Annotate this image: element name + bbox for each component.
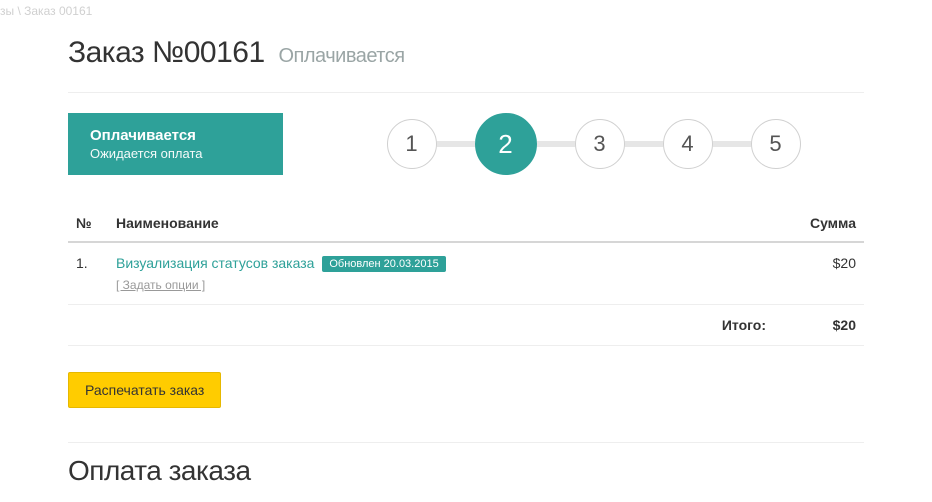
step-connector	[437, 141, 475, 147]
th-num: №	[68, 205, 108, 242]
total-label: Итого:	[108, 305, 774, 346]
status-box: Оплачивается Ожидается оплата	[68, 113, 283, 175]
item-link[interactable]: Визуализация статусов заказа	[116, 255, 314, 271]
page-title: Заказ №00161 Оплачивается	[68, 36, 864, 70]
step-5[interactable]: 5	[751, 119, 801, 169]
step-2[interactable]: 2	[475, 113, 537, 175]
step-connector	[625, 141, 663, 147]
updated-badge: Обновлен 20.03.2015	[322, 256, 445, 272]
title-status: Оплачивается	[278, 45, 404, 67]
total-value: $20	[774, 305, 864, 346]
set-options-link[interactable]: [ Задать опции ]	[116, 278, 766, 292]
th-name: Наименование	[108, 205, 774, 242]
th-sum: Сумма	[774, 205, 864, 242]
table-row: 1. Визуализация статусов заказа Обновлен…	[68, 242, 864, 305]
step-1[interactable]: 1	[387, 119, 437, 169]
breadcrumb[interactable]: зы \ Заказ 00161	[0, 0, 932, 18]
payment-section-title: Оплата заказа	[68, 442, 864, 487]
status-sub: Ожидается оплата	[90, 146, 261, 161]
cell-name: Визуализация статусов заказа Обновлен 20…	[108, 242, 774, 305]
status-main: Оплачивается	[90, 127, 261, 144]
totals-row: Итого: $20	[68, 305, 864, 346]
order-table: № Наименование Сумма 1. Визуализация ста…	[68, 205, 864, 346]
divider	[68, 92, 864, 93]
status-row: Оплачивается Ожидается оплата 1 2 3 4 5	[68, 113, 864, 175]
step-4[interactable]: 4	[663, 119, 713, 169]
step-connector	[713, 141, 751, 147]
cell-sum: $20	[774, 242, 864, 305]
cell-num: 1.	[68, 242, 108, 305]
step-3[interactable]: 3	[575, 119, 625, 169]
title-main: Заказ №00161	[68, 36, 265, 69]
step-connector	[537, 141, 575, 147]
step-progress: 1 2 3 4 5	[283, 113, 864, 175]
print-button[interactable]: Распечатать заказ	[68, 372, 221, 408]
page-content: Заказ №00161 Оплачивается Оплачивается О…	[0, 18, 932, 487]
